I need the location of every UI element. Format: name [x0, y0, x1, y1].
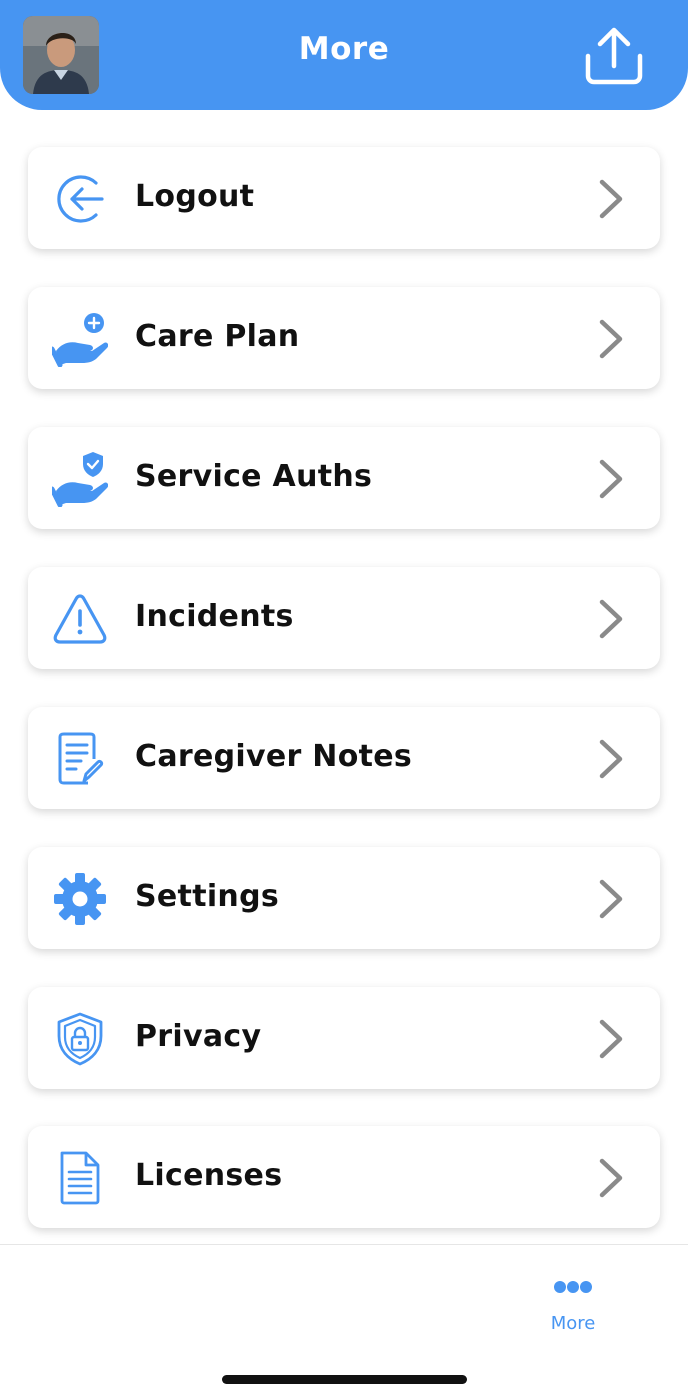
menu-item-settings[interactable]: Settings	[28, 847, 660, 949]
menu-item-label: Settings	[135, 879, 280, 914]
care-plan-icon	[52, 313, 108, 367]
chevron-right-icon	[599, 599, 623, 639]
chevron-right-icon	[599, 1019, 623, 1059]
menu-item-label: Incidents	[135, 599, 294, 634]
chevron-right-icon	[599, 879, 623, 919]
privacy-shield-icon	[57, 1012, 103, 1066]
share-button[interactable]	[582, 26, 646, 86]
service-auth-icon	[52, 452, 108, 507]
gear-icon	[54, 873, 106, 925]
document-icon	[60, 1151, 100, 1205]
more-dots-icon	[554, 1281, 592, 1293]
notes-icon	[58, 732, 104, 785]
home-indicator	[222, 1375, 467, 1384]
menu-item-licenses[interactable]: Licenses	[28, 1126, 660, 1228]
menu-item-label: Licenses	[135, 1158, 283, 1193]
chevron-right-icon	[599, 179, 623, 219]
share-upload-icon	[585, 27, 643, 85]
chevron-right-icon	[599, 459, 623, 499]
menu-item-service-auths[interactable]: Service Auths	[28, 427, 660, 529]
menu-item-caregiver-notes[interactable]: Caregiver Notes	[28, 707, 660, 809]
chevron-right-icon	[599, 319, 623, 359]
tab-more[interactable]: More	[540, 1275, 606, 1335]
tab-label: More	[550, 1313, 596, 1334]
menu-item-label: Care Plan	[135, 319, 300, 354]
menu-item-logout[interactable]: Logout	[28, 147, 660, 249]
menu-item-privacy[interactable]: Privacy	[28, 987, 660, 1089]
chevron-right-icon	[599, 739, 623, 779]
chevron-right-icon	[599, 1158, 623, 1198]
logout-icon	[57, 175, 104, 223]
menu-item-incidents[interactable]: Incidents	[28, 567, 660, 669]
menu-item-label: Logout	[135, 179, 255, 214]
warning-icon	[53, 594, 107, 644]
header-bar: More	[0, 0, 688, 110]
menu-item-label: Service Auths	[135, 459, 373, 494]
menu-item-label: Caregiver Notes	[135, 739, 413, 774]
menu-item-label: Privacy	[135, 1019, 262, 1054]
menu-item-care-plan[interactable]: Care Plan	[28, 287, 660, 389]
